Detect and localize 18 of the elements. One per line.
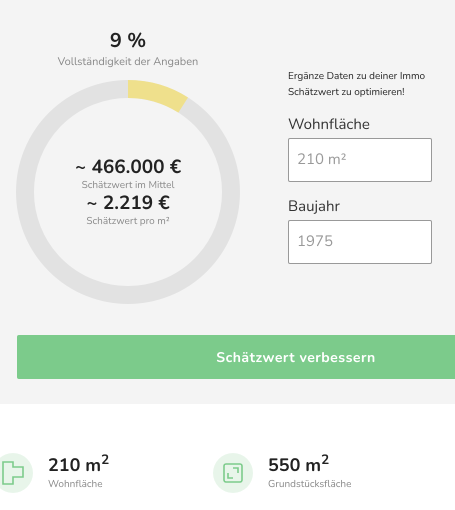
estimate-total: ~ 466.000 € <box>74 156 182 178</box>
floorplan-icon <box>2 461 24 485</box>
stat-label: Wohnfläche <box>48 477 104 491</box>
completeness-label: Vollständigkeit der Angaben <box>58 55 198 69</box>
estimate-per-sqm: ~ 2.219 € <box>86 192 170 214</box>
expand-icon <box>223 463 243 483</box>
stat-value: 550 m$^{2}$ <box>268 455 330 477</box>
input-field[interactable]: 210 m² <box>288 138 432 182</box>
improve-button[interactable]: Schätzwert verbessern <box>17 335 455 379</box>
intro-text: Ergänze Daten zu deiner Immo Schätzwert zu optimieren! <box>288 68 426 100</box>
field-label: Baujahr <box>288 198 341 216</box>
completeness-value: 9 % <box>110 30 146 54</box>
input-field[interactable]: 1975 <box>288 220 432 264</box>
estimate-per-sqm-label: Schätzwert pro m² <box>86 214 170 228</box>
stat-value: 210 m$^{2}$ <box>48 455 110 477</box>
estimate-total-label: Schätzwert im Mittel <box>82 178 174 192</box>
stat-label: Grundstücksfläche <box>268 477 352 491</box>
field-label: Wohnfläche <box>288 116 371 134</box>
